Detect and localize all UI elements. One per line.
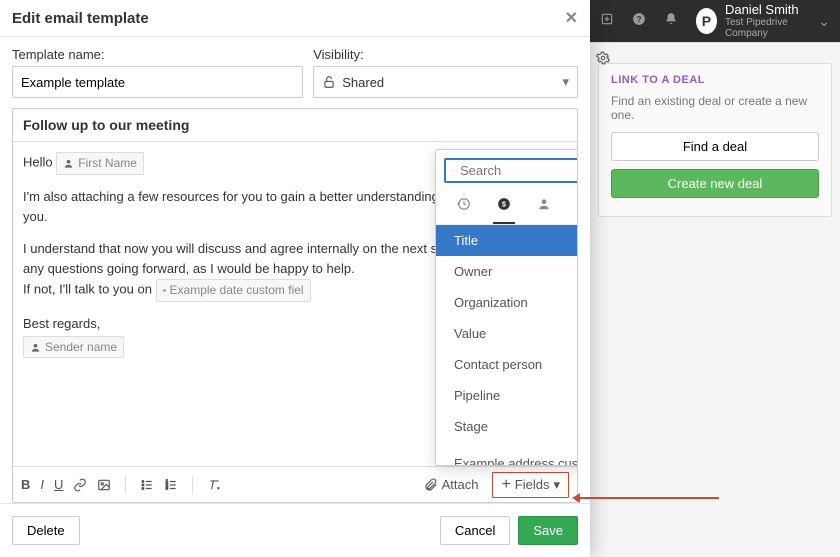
fields-popover: $ Title	[435, 149, 578, 466]
visibility-select[interactable]: Shared ▾	[313, 66, 578, 98]
dollar-icon: $	[163, 285, 166, 296]
field-item-custom-address[interactable]: Example address custom field	[436, 448, 578, 465]
bold-button[interactable]: B	[21, 477, 30, 492]
tab-person[interactable]	[533, 191, 555, 224]
attach-button[interactable]: Attach	[424, 477, 479, 492]
body-p2b: any questions going forward, as I would …	[23, 261, 355, 276]
quick-add-icon[interactable]	[600, 12, 614, 31]
image-button[interactable]	[97, 478, 111, 492]
link-deal-title: LINK TO A DEAL	[611, 74, 819, 86]
template-name-input[interactable]	[12, 66, 303, 98]
svg-text:$: $	[502, 201, 506, 208]
field-item-value[interactable]: Value	[436, 318, 578, 349]
divider	[125, 476, 126, 494]
bell-icon[interactable]	[664, 12, 678, 31]
field-item-owner[interactable]: Owner	[436, 256, 578, 287]
svg-text:3: 3	[166, 485, 169, 490]
bullet-list-button[interactable]	[140, 478, 154, 492]
person-icon	[537, 197, 551, 211]
number-list-button[interactable]: 123	[164, 478, 178, 492]
user-name: Daniel Smith	[725, 3, 812, 17]
person-icon	[30, 342, 41, 353]
clear-format-button[interactable]	[207, 478, 221, 492]
token-sender[interactable]: Sender name	[23, 336, 124, 359]
template-name-label: Template name:	[12, 47, 303, 62]
avatar[interactable]: P	[696, 8, 717, 34]
cancel-button[interactable]: Cancel	[440, 516, 510, 545]
link-button[interactable]	[73, 478, 87, 492]
token-first-name[interactable]: First Name	[56, 152, 144, 175]
token-date[interactable]: $ Example date custom fiel	[156, 279, 311, 302]
save-button[interactable]: Save	[518, 516, 578, 545]
visibility-value: Shared	[342, 75, 384, 90]
field-item-contact-person[interactable]: Contact person	[436, 349, 578, 380]
visibility-label: Visibility:	[313, 47, 578, 62]
annotation-arrow	[579, 497, 719, 499]
modal-title: Edit email template	[12, 10, 149, 27]
tab-recent[interactable]	[453, 191, 475, 224]
search-icon	[452, 164, 454, 178]
field-item-stage[interactable]: Stage	[436, 411, 578, 442]
subject-input[interactable]: Follow up to our meeting	[13, 109, 577, 142]
field-item-organization[interactable]: Organization	[436, 287, 578, 318]
chevron-down-icon: ▾	[562, 74, 569, 90]
gear-icon[interactable]	[596, 51, 610, 68]
help-icon[interactable]: ?	[632, 12, 646, 31]
fields-search-input[interactable]	[460, 163, 578, 178]
create-deal-button[interactable]: Create new deal	[611, 169, 819, 198]
history-icon	[457, 197, 471, 211]
unlock-icon	[322, 75, 336, 89]
tab-org[interactable]	[573, 191, 578, 224]
paperclip-icon	[424, 478, 438, 492]
body-p3a: If not, I'll talk to you on	[23, 282, 152, 297]
person-icon	[63, 158, 74, 169]
find-deal-button[interactable]: Find a deal	[611, 132, 819, 161]
link-deal-desc: Find an existing deal or create a new on…	[611, 94, 819, 122]
italic-button[interactable]: I	[40, 477, 44, 492]
chevron-down-icon[interactable]: ⌄	[818, 13, 830, 30]
field-item-title[interactable]: Title	[436, 225, 578, 256]
svg-text:?: ?	[637, 14, 642, 23]
underline-button[interactable]: U	[54, 477, 63, 492]
building-icon	[577, 197, 578, 211]
fields-button[interactable]: + Fields ▾	[492, 472, 569, 498]
delete-button[interactable]: Delete	[12, 516, 80, 545]
tab-deal[interactable]: $	[493, 191, 515, 224]
field-item-pipeline[interactable]: Pipeline	[436, 380, 578, 411]
body-hello: Hello	[23, 155, 53, 170]
chevron-down-icon: ▾	[553, 477, 560, 493]
close-icon[interactable]: ✕	[565, 8, 578, 28]
dollar-icon: $	[497, 197, 511, 211]
user-menu[interactable]: Daniel Smith Test Pipedrive Company	[725, 3, 812, 39]
user-company: Test Pipedrive Company	[725, 17, 812, 39]
plus-icon: +	[501, 478, 510, 492]
divider	[192, 476, 193, 494]
